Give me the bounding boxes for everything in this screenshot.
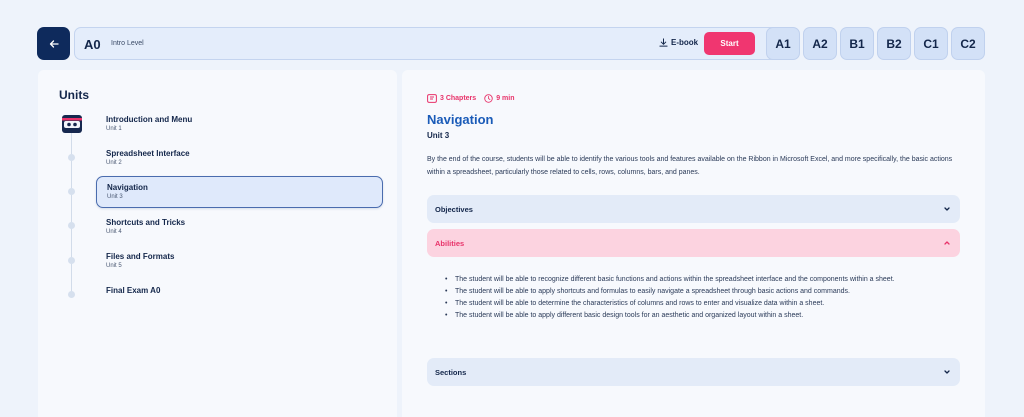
arrow-left-icon bbox=[49, 39, 59, 48]
timeline-dot bbox=[68, 188, 75, 195]
unit-item-6[interactable]: Final Exam A0 bbox=[96, 279, 383, 311]
timeline-dot bbox=[68, 154, 75, 161]
unit-item-3[interactable]: Navigation Unit 3 bbox=[96, 176, 383, 208]
book-icon bbox=[427, 94, 437, 103]
chevron-up-icon bbox=[944, 241, 950, 245]
level-button-c2[interactable]: C2 bbox=[951, 27, 985, 60]
timeline-dot bbox=[68, 291, 75, 298]
unit-number: Unit 2 bbox=[106, 160, 122, 166]
back-button[interactable] bbox=[37, 27, 70, 60]
unit-item-4[interactable]: Shortcuts and Tricks Unit 4 bbox=[96, 211, 383, 243]
clock-icon bbox=[484, 94, 493, 103]
level-bar: A0 Intro Level E-book Start bbox=[74, 27, 798, 60]
unit-number: Unit 5 bbox=[106, 263, 122, 269]
abilities-list: The student will be able to recognize di… bbox=[445, 274, 955, 322]
unit-title: Navigation bbox=[427, 112, 494, 127]
sections-accordion[interactable]: Sections bbox=[427, 358, 960, 386]
ebook-button[interactable]: E-book bbox=[659, 38, 698, 47]
list-item: The student will be able to apply shortc… bbox=[445, 286, 955, 298]
level-code: A0 bbox=[84, 37, 101, 52]
level-name: Intro Level bbox=[111, 40, 144, 47]
unit-name: Final Exam A0 bbox=[106, 286, 161, 295]
abilities-accordion[interactable]: Abilities bbox=[427, 229, 960, 257]
level-button-b2[interactable]: B2 bbox=[877, 27, 911, 60]
chevron-down-icon bbox=[944, 370, 950, 374]
unit-name: Spreadsheet Interface bbox=[106, 149, 190, 158]
accordion-label: Sections bbox=[435, 368, 467, 377]
unit-item-2[interactable]: Spreadsheet Interface Unit 2 bbox=[96, 142, 383, 174]
accordion-label: Objectives bbox=[435, 205, 473, 214]
unit-detail-panel: 3 Chapters 9 min Navigation Unit 3 By th… bbox=[402, 70, 985, 417]
unit-number: Unit 1 bbox=[106, 126, 122, 132]
unit-number: Unit 3 bbox=[107, 194, 123, 200]
list-item: The student will be able to apply differ… bbox=[445, 310, 955, 322]
ebook-label: E-book bbox=[671, 38, 699, 47]
timeline-dot bbox=[68, 257, 75, 264]
download-icon bbox=[659, 38, 668, 47]
unit-description: By the end of the course, students will … bbox=[427, 156, 953, 176]
unit-name: Introduction and Menu bbox=[106, 115, 193, 124]
list-item: The student will be able to recognize di… bbox=[445, 274, 955, 286]
start-button[interactable]: Start bbox=[704, 32, 755, 55]
units-panel: Units Introduction and Menu Unit 1 Sprea… bbox=[38, 70, 397, 417]
duration: 9 min bbox=[496, 95, 515, 102]
level-button-b1[interactable]: B1 bbox=[840, 27, 874, 60]
unit-name: Shortcuts and Tricks bbox=[106, 218, 186, 227]
level-button-c1[interactable]: C1 bbox=[914, 27, 948, 60]
level-button-a2[interactable]: A2 bbox=[803, 27, 837, 60]
unit-meta: 3 Chapters 9 min bbox=[427, 94, 522, 103]
top-bar: A0 Intro Level E-book Start A1 A2 B1 B2 … bbox=[37, 26, 987, 60]
chevron-down-icon bbox=[944, 207, 950, 211]
list-item: The student will be able to determine th… bbox=[445, 298, 955, 310]
unit-name: Files and Formats bbox=[106, 252, 175, 261]
accordion-label: Abilities bbox=[435, 239, 465, 248]
unit-number: Unit 3 bbox=[427, 131, 450, 140]
unit-number: Unit 4 bbox=[106, 229, 122, 235]
timeline-dot bbox=[68, 222, 75, 229]
chapters-count: 3 Chapters bbox=[440, 95, 477, 102]
units-title: Units bbox=[59, 88, 89, 102]
objectives-accordion[interactable]: Objectives bbox=[427, 195, 960, 223]
unit-item-1[interactable]: Introduction and Menu Unit 1 bbox=[96, 108, 383, 140]
ninja-avatar-icon bbox=[62, 115, 82, 133]
unit-item-5[interactable]: Files and Formats Unit 5 bbox=[96, 245, 383, 277]
level-button-a1[interactable]: A1 bbox=[766, 27, 800, 60]
unit-name: Navigation bbox=[107, 183, 148, 192]
